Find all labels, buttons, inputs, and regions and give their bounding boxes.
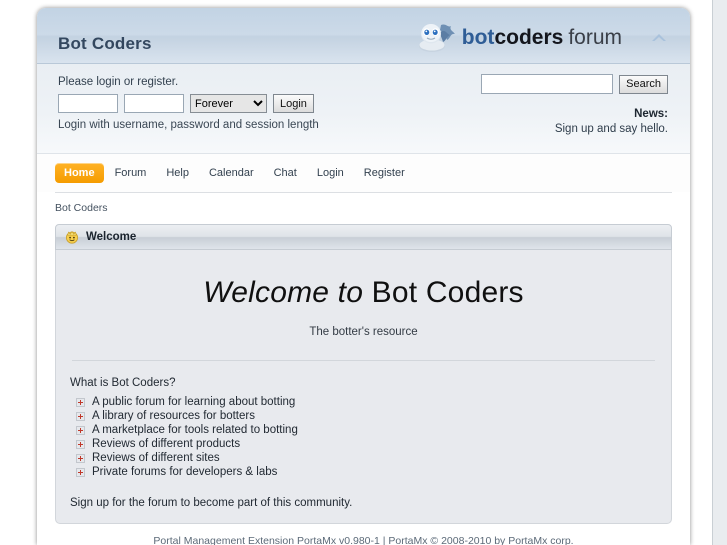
panel-title: Welcome [86, 231, 137, 243]
password-input[interactable] [124, 94, 184, 113]
robot-mascot-icon [418, 24, 455, 52]
footer-text[interactable]: Portal Management Extension PortaMx v0.9… [153, 535, 573, 545]
list-item: Private forums for developers & labs [76, 465, 671, 479]
login-block: Please login or register. Forever Login … [58, 76, 319, 131]
nav-item-help[interactable]: Help [157, 163, 198, 183]
logo-bot: bot [461, 25, 495, 49]
welcome-panel: Welcome Welcome to Bot Coders The botter… [37, 224, 690, 524]
signup-text: Sign up for the forum to become part of … [70, 497, 353, 509]
nav-item-home[interactable]: Home [55, 163, 104, 183]
login-row: Forever Login [58, 94, 319, 113]
hero-subtitle: The botter's resource [309, 326, 418, 338]
features-list: A public forum for learning about bottin… [56, 395, 671, 479]
search-row: Search [481, 74, 668, 94]
hero: Welcome to Bot Coders The botter's resou… [56, 250, 671, 346]
breadcrumb[interactable]: Bot Coders [37, 193, 690, 224]
hero-title-italic: Welcome to [203, 276, 364, 309]
panel-body: Welcome to Bot Coders The botter's resou… [55, 250, 672, 524]
hero-title: Welcome to Bot Coders [66, 276, 661, 310]
bullet-plus-icon [76, 397, 85, 407]
list-item-label: Reviews of different products [92, 438, 241, 450]
features-question: What is Bot Coders? [70, 377, 176, 389]
nav-item-calendar[interactable]: Calendar [200, 163, 263, 183]
login-search-band: Please login or register. Forever Login … [37, 64, 690, 154]
news-text: Sign up and say hello. [554, 123, 668, 135]
list-item-label: Reviews of different sites [92, 452, 220, 464]
bullet-plus-icon [76, 467, 85, 477]
username-input[interactable] [58, 94, 118, 113]
session-length-select[interactable]: Forever [190, 94, 267, 113]
list-item: Reviews of different products [76, 437, 671, 451]
footer: Portal Management Extension PortaMx v0.9… [37, 524, 690, 545]
news-label: News: [634, 108, 668, 120]
list-item-label: A marketplace for tools related to botti… [92, 424, 298, 436]
list-item-label: A library of resources for botters [92, 410, 255, 422]
chevron-up-icon[interactable] [648, 28, 670, 46]
smiley-icon [66, 230, 78, 244]
panel-header: Welcome [55, 224, 672, 250]
bullet-plus-icon [76, 439, 85, 449]
logo-coders: coders [494, 25, 564, 49]
list-item: A public forum for learning about bottin… [76, 395, 671, 409]
hero-title-rest: Bot Coders [371, 276, 524, 309]
nav-item-register[interactable]: Register [355, 163, 414, 183]
page-scrollbar[interactable] [712, 0, 727, 545]
list-item-label: Private forums for developers & labs [92, 466, 278, 478]
login-prompt: Please login or register. [58, 76, 179, 88]
login-hint: Login with username, password and sessio… [58, 119, 319, 131]
logo-text: botcoders forum [462, 27, 622, 48]
nav-item-chat[interactable]: Chat [265, 163, 306, 183]
search-block: Search News: Sign up and say hello. [481, 74, 668, 135]
list-item: Reviews of different sites [76, 451, 671, 465]
login-button[interactable]: Login [273, 94, 314, 113]
scrollbar-thumb[interactable] [714, 0, 727, 470]
bullet-plus-icon [76, 453, 85, 463]
bullet-plus-icon [76, 425, 85, 435]
main-navigation: Home Forum Help Calendar Chat Login Register [37, 154, 690, 192]
site-logo[interactable]: botcoders forum [415, 20, 622, 54]
nav-item-login[interactable]: Login [308, 163, 353, 183]
nav-item-forum[interactable]: Forum [106, 163, 156, 183]
list-item: A library of resources for botters [76, 409, 671, 423]
logo-forum: forum [568, 25, 622, 49]
list-item: A marketplace for tools related to botti… [76, 423, 671, 437]
site-container: Bot Coders botcoders forum Please login … [37, 8, 690, 545]
bullet-plus-icon [76, 411, 85, 421]
list-item-label: A public forum for learning about bottin… [92, 396, 296, 408]
site-header: Bot Coders botcoders forum [37, 8, 690, 64]
page-title: Bot Coders [58, 34, 152, 53]
search-input[interactable] [481, 74, 614, 94]
search-button[interactable]: Search [619, 74, 668, 94]
